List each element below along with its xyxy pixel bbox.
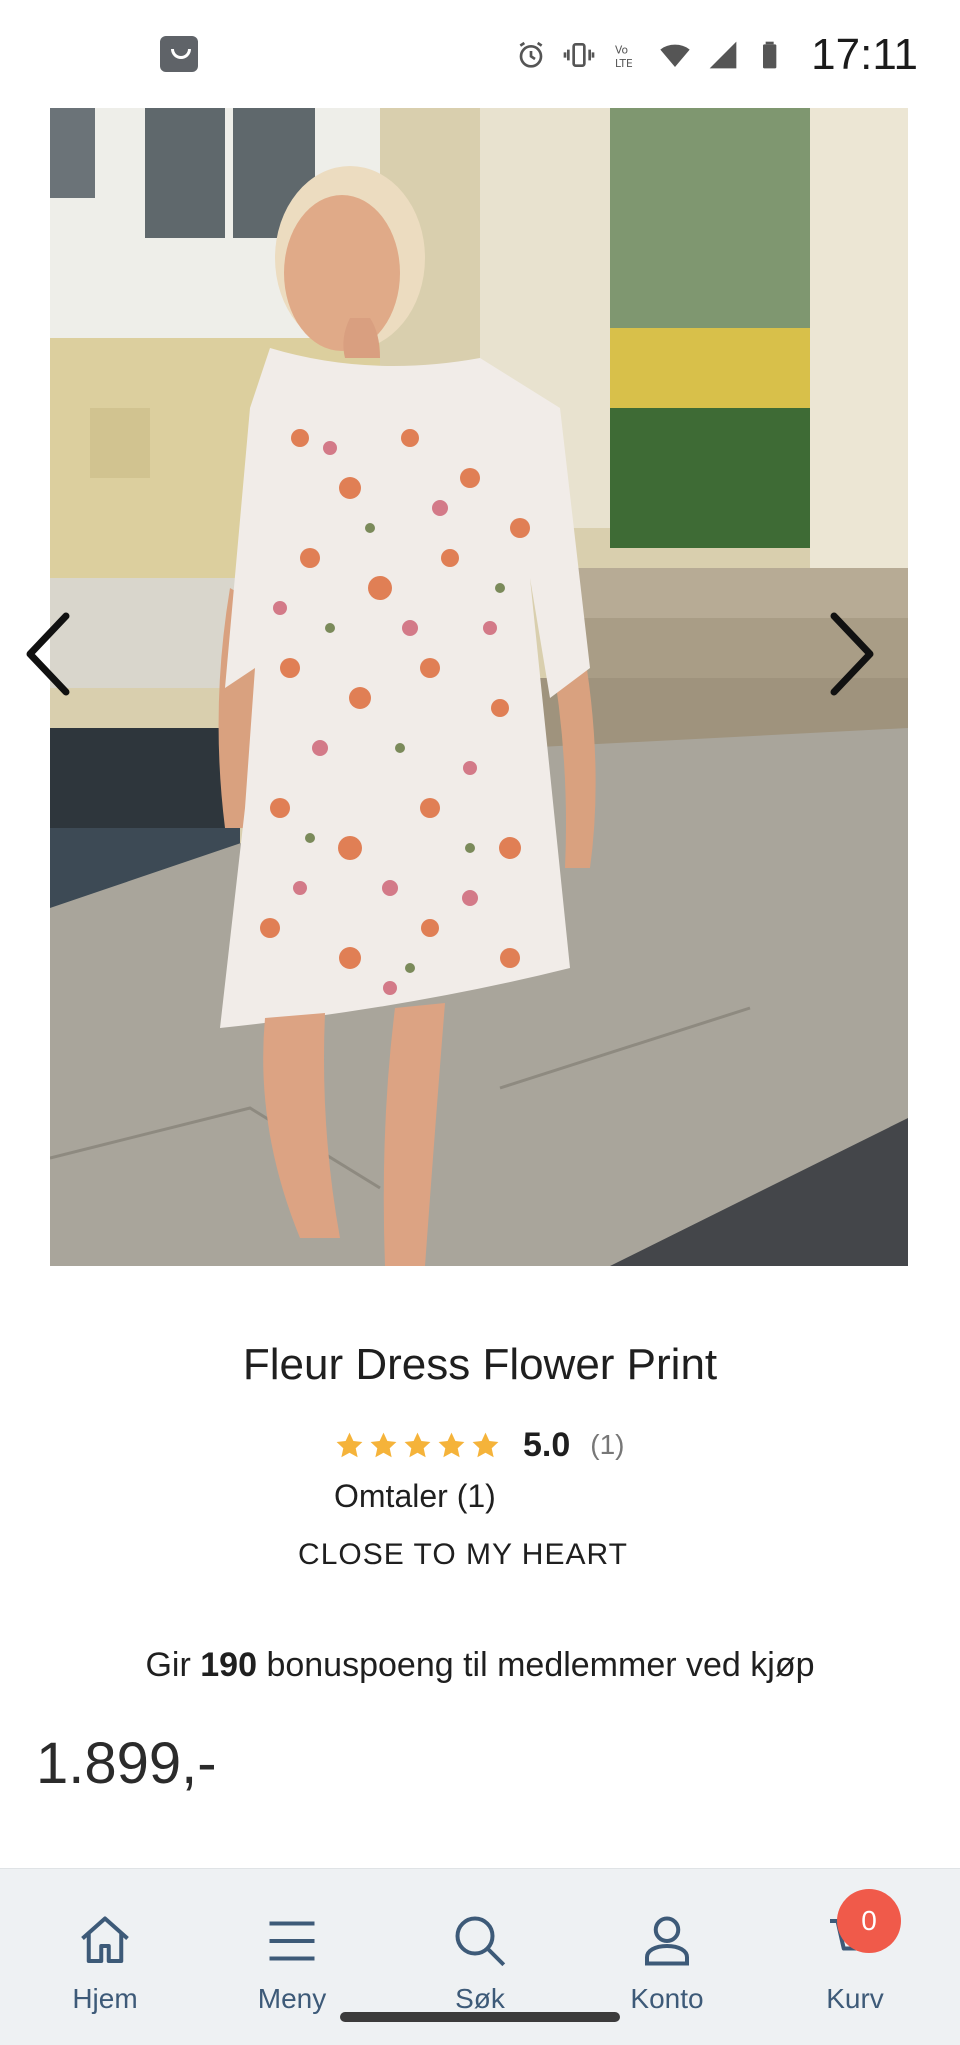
search-icon (455, 1916, 506, 1967)
nav-cart-label: Kurv (826, 1983, 884, 2014)
menu-icon (269, 1921, 315, 1961)
battery-icon (755, 39, 787, 71)
nav-cart[interactable]: Kurv 0 (775, 1869, 935, 2045)
home-indicator[interactable] (340, 2012, 620, 2022)
product-photo (50, 108, 908, 1266)
bonus-suffix: bonuspoeng til medlemmer ved kjøp (266, 1646, 815, 1684)
bonus-prefix: Gir (145, 1646, 191, 1684)
alarm-icon (515, 39, 547, 71)
star-icon (370, 1432, 397, 1457)
rating-count: (1) (590, 1429, 625, 1460)
nav-menu-label: Meny (257, 1983, 327, 2014)
bonus-points: 190 (200, 1646, 257, 1684)
svg-text:Vo: Vo (615, 44, 628, 57)
previous-image-button[interactable] (18, 604, 78, 704)
status-icons: Vo LTE 17:11 (515, 30, 918, 80)
signal-icon (707, 39, 739, 71)
home-icon (81, 1916, 129, 1963)
nav-home[interactable]: Hjem (25, 1869, 185, 2045)
star-icon (472, 1432, 499, 1457)
status-bar: Vo LTE 17:11 (0, 0, 960, 108)
next-image-button[interactable] (822, 604, 882, 704)
wifi-icon (659, 39, 691, 71)
nav-search-label: Søk (455, 1983, 505, 2014)
cart-count-badge: 0 (837, 1889, 901, 1953)
chevron-left-icon (26, 612, 70, 696)
nav-home-label: Hjem (72, 1983, 138, 2014)
rating-stars (334, 1430, 501, 1461)
bonus-points-info: Gir 190 bonuspoeng til medlemmer ved kjø… (0, 1646, 960, 1685)
reviews-link[interactable]: Omtaler (1) (334, 1478, 496, 1515)
svg-text:LTE: LTE (615, 57, 633, 70)
shopping-bag-icon (160, 36, 198, 72)
nav-account-label: Konto (630, 1983, 704, 2014)
rating-value: 5.0 (523, 1425, 571, 1464)
product-rating[interactable]: 5.0 (1) (334, 1420, 625, 1470)
brand-name[interactable]: CLOSE TO MY HEART (0, 1538, 926, 1572)
chevron-right-icon (830, 612, 874, 696)
product-price: 1.899,- (36, 1731, 217, 1796)
star-icon (336, 1432, 363, 1457)
user-icon (645, 1916, 689, 1966)
product-image-gallery[interactable] (50, 108, 908, 1266)
volte-icon: Vo LTE (611, 39, 643, 71)
vibrate-icon (563, 39, 595, 71)
star-icon (438, 1432, 465, 1457)
status-time: 17:11 (811, 30, 918, 79)
product-title: Fleur Dress Flower Print (242, 1340, 718, 1389)
star-icon (404, 1432, 431, 1457)
